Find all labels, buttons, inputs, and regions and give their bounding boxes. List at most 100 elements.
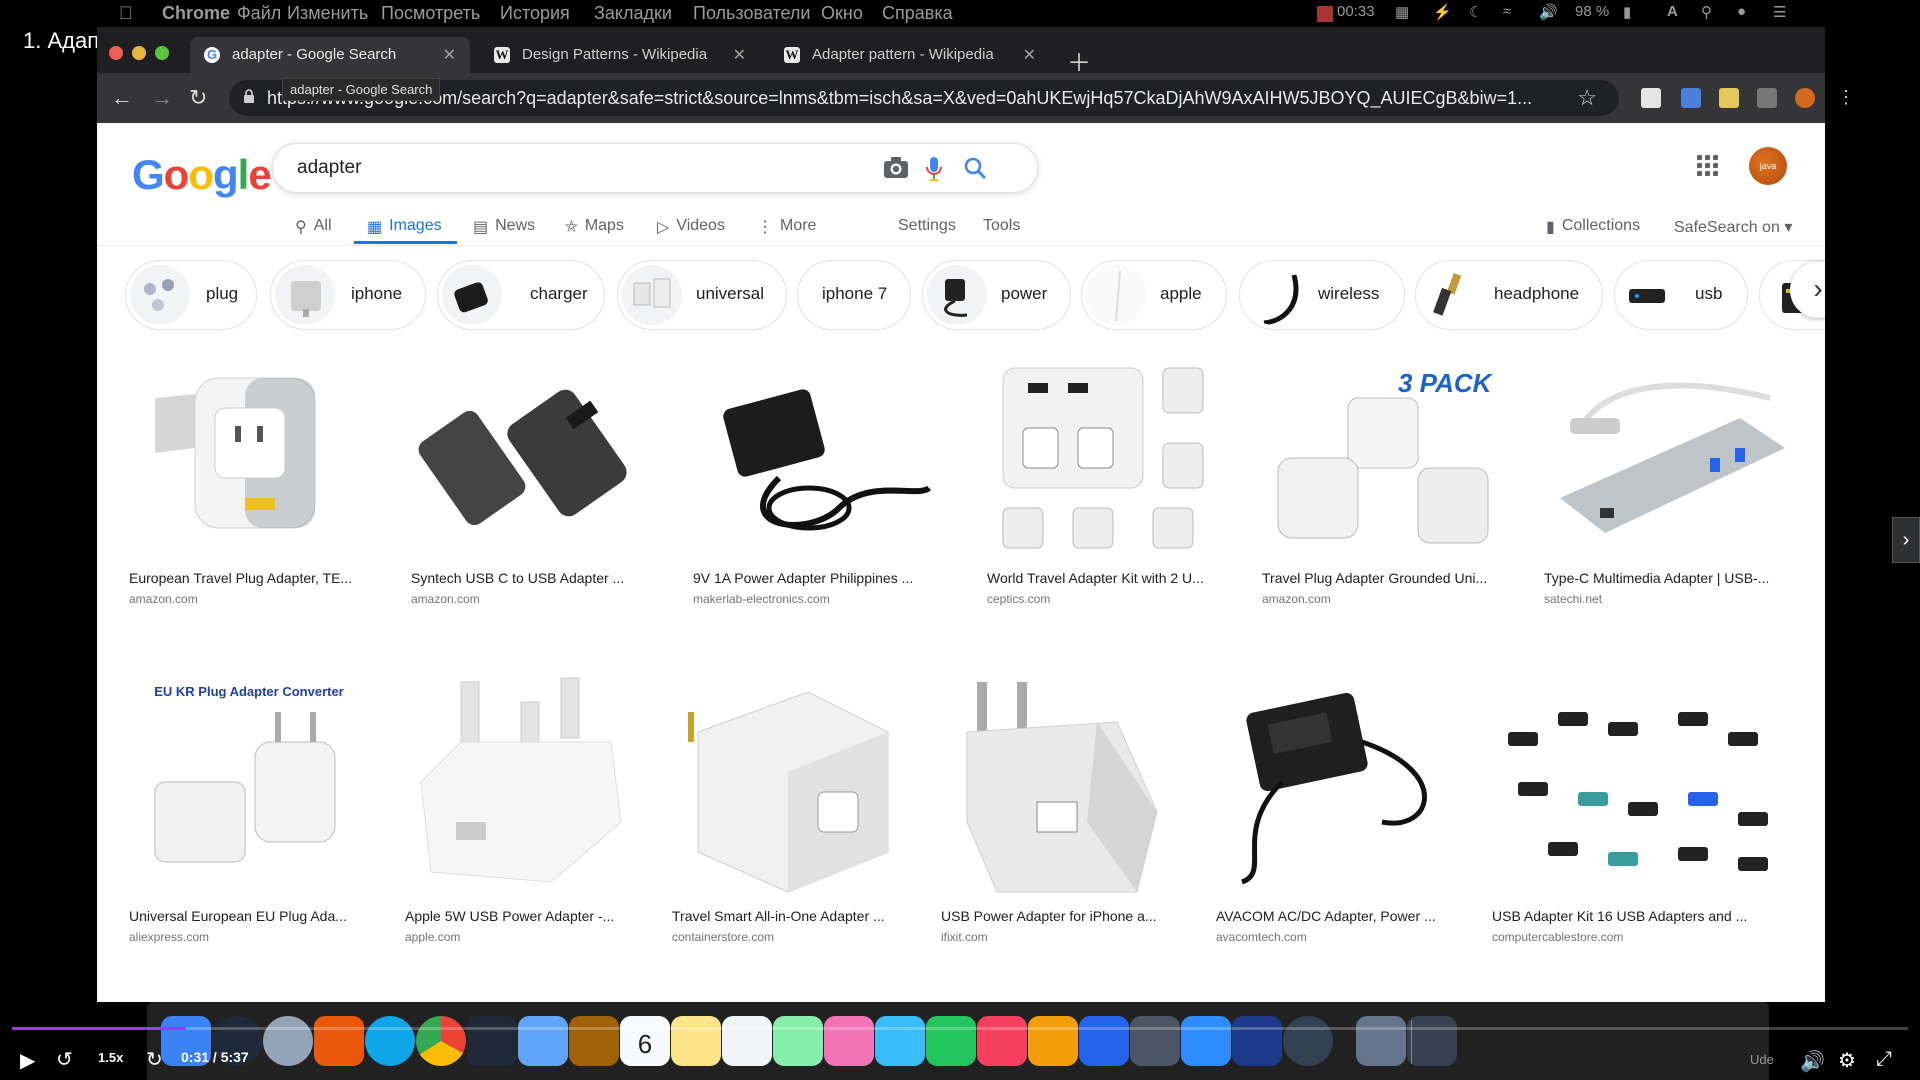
battery-icon[interactable]: ▮ (1623, 3, 1631, 21)
close-window-icon[interactable] (109, 46, 123, 60)
rewind-icon[interactable]: ↺ (56, 1047, 73, 1072)
cast-extension-icon[interactable] (1757, 88, 1777, 108)
result-source[interactable]: avacomtech.com (1216, 930, 1307, 944)
close-tab-icon[interactable]: ✕ (443, 45, 456, 65)
close-tab-icon[interactable]: ✕ (733, 45, 746, 65)
maximize-window-icon[interactable] (155, 46, 169, 60)
tab-adapter-pattern[interactable]: W Adapter pattern - Wikipedia ✕ (770, 37, 1050, 73)
menu-file[interactable]: Файл (237, 3, 281, 24)
result-card[interactable]: 3 PACK Travel Plug Adapter Grounded Uni.… (1258, 358, 1512, 606)
chip-iphone-7[interactable]: iphone 7 (797, 260, 911, 330)
bookmark-star-icon[interactable]: ☆ (1577, 85, 1597, 111)
profile-avatar-icon[interactable] (1795, 88, 1815, 108)
result-source[interactable]: amazon.com (1262, 592, 1331, 606)
forward-arrow-icon[interactable]: → (151, 85, 173, 111)
result-source[interactable]: computercablestore.com (1492, 930, 1623, 944)
reload-icon[interactable]: ↻ (189, 85, 207, 111)
result-source[interactable]: ifixit.com (941, 930, 988, 944)
result-thumbnail[interactable] (401, 672, 641, 899)
camera-icon[interactable] (883, 156, 909, 180)
record-icon[interactable] (1317, 6, 1333, 22)
result-source[interactable]: aliexpress.com (129, 930, 209, 944)
minimize-window-icon[interactable] (132, 46, 146, 60)
result-card[interactable]: World Travel Adapter Kit with 2 U... cep… (983, 358, 1229, 606)
result-thumbnail[interactable] (125, 358, 379, 558)
result-card[interactable]: European Travel Plug Adapter, TE... amaz… (125, 358, 379, 606)
chip-iphone[interactable]: iphone (270, 260, 426, 330)
result-card[interactable]: USB Power Adapter for iPhone a... ifixit… (937, 672, 1185, 944)
google-logo[interactable]: Google (132, 151, 272, 199)
notification-center-icon[interactable]: ☰ (1773, 3, 1786, 21)
result-source[interactable]: amazon.com (411, 592, 480, 606)
result-card[interactable]: Apple 5W USB Power Adapter -... apple.co… (401, 672, 641, 944)
menu-view[interactable]: Посмотреть (381, 3, 480, 24)
notes-extension-icon[interactable] (1719, 88, 1739, 108)
result-title[interactable]: Universal European EU Plug Ada... (129, 908, 373, 924)
chip-universal[interactable]: universal (617, 260, 787, 330)
result-source[interactable]: satechi.net (1544, 592, 1602, 606)
settings-gear-icon[interactable]: ⚙ (1838, 1048, 1856, 1073)
result-title[interactable]: World Travel Adapter Kit with 2 U... (987, 570, 1229, 586)
chip-usb[interactable]: usb (1614, 260, 1748, 330)
chip-wireless[interactable]: wireless (1239, 260, 1405, 330)
result-source[interactable]: makerlab-electronics.com (693, 592, 830, 606)
microphone-icon[interactable] (925, 156, 943, 182)
tab-google-search[interactable]: G adapter - Google Search ✕ (190, 37, 470, 73)
spotlight-icon[interactable]: ⚲ (1701, 3, 1712, 21)
playback-speed[interactable]: 1.5x (98, 1050, 123, 1065)
result-card[interactable]: 9V 1A Power Adapter Philippines ... make… (689, 358, 953, 606)
tab-videos[interactable]: ▷ Videos (657, 217, 725, 237)
moon-status-icon[interactable]: ☾ (1469, 3, 1482, 21)
result-card[interactable]: EU KR Plug Adapter Converter Universal E… (125, 672, 373, 944)
result-thumbnail[interactable]: EU KR Plug Adapter Converter (125, 672, 373, 899)
result-title[interactable]: AVACOM AC/DC Adapter, Power ... (1216, 908, 1460, 924)
result-title[interactable]: Syntech USB C to USB Adapter ... (411, 570, 661, 586)
forward-icon[interactable]: ↻ (146, 1047, 163, 1072)
menu-history[interactable]: История (500, 3, 570, 24)
collections-link[interactable]: ▮ Collections (1546, 217, 1640, 237)
tools-link[interactable]: Tools (983, 217, 1020, 235)
tab-more[interactable]: ⋮ More (757, 217, 816, 237)
volume-icon[interactable]: 🔊 (1539, 3, 1558, 21)
result-thumbnail[interactable] (1212, 672, 1460, 899)
result-source[interactable]: containerstore.com (672, 930, 774, 944)
close-tab-icon[interactable]: ✕ (1023, 45, 1036, 65)
result-card[interactable]: Syntech USB C to USB Adapter ... amazon.… (407, 358, 661, 606)
menu-window[interactable]: Окно (821, 3, 863, 24)
result-title[interactable]: USB Power Adapter for iPhone a... (941, 908, 1185, 924)
apps-grid-icon[interactable] (1697, 155, 1719, 177)
result-thumbnail[interactable] (689, 358, 953, 558)
result-title[interactable]: 9V 1A Power Adapter Philippines ... (693, 570, 953, 586)
play-icon[interactable]: ▶ (20, 1048, 35, 1073)
result-thumbnail[interactable] (1540, 358, 1796, 558)
menu-edit[interactable]: Изменить (287, 3, 368, 24)
result-source[interactable]: ceptics.com (987, 592, 1050, 606)
translate-extension-icon[interactable] (1681, 88, 1701, 108)
wifi-icon[interactable]: ≈ (1503, 3, 1511, 20)
result-title[interactable]: Travel Smart All-in-One Adapter ... (672, 908, 911, 924)
user-status-icon[interactable]: ● (1737, 3, 1746, 20)
account-avatar[interactable]: java (1749, 147, 1787, 185)
result-thumbnail[interactable]: 3 PACK (1258, 358, 1512, 558)
safesearch-toggle[interactable]: SafeSearch on ▾ (1674, 217, 1792, 237)
tab-images[interactable]: ▦ Images (367, 217, 442, 237)
menu-bookmarks[interactable]: Закладки (594, 3, 672, 24)
result-source[interactable]: amazon.com (129, 592, 198, 606)
result-thumbnail[interactable] (1488, 672, 1796, 899)
jb-extension-icon[interactable] (1641, 88, 1661, 108)
result-title[interactable]: Apple 5W USB Power Adapter -... (405, 908, 641, 924)
result-source[interactable]: apple.com (405, 930, 460, 944)
result-card[interactable]: AVACOM AC/DC Adapter, Power ... avacomte… (1212, 672, 1460, 944)
url-text[interactable]: https://www.google.com/search?q=adapter&… (267, 88, 1537, 109)
menu-help[interactable]: Справка (882, 3, 953, 24)
chrome-menu-icon[interactable]: ⋮ (1837, 87, 1855, 108)
tab-maps[interactable]: ⛤ Maps (565, 217, 624, 237)
chip-charger[interactable]: charger (437, 260, 605, 330)
tab-design-patterns[interactable]: W Design Patterns - Wikipedia ✕ (480, 37, 760, 73)
back-arrow-icon[interactable]: ← (111, 85, 133, 111)
bolt-status-icon[interactable]: ⚡ (1433, 3, 1452, 21)
grid-status-icon[interactable]: ▦ (1395, 3, 1409, 21)
chip-headphone[interactable]: headphone (1415, 260, 1603, 330)
result-card[interactable]: USB Adapter Kit 16 USB Adapters and ... … (1488, 672, 1796, 944)
result-card[interactable]: Type-C Multimedia Adapter | USB-... sate… (1540, 358, 1796, 606)
